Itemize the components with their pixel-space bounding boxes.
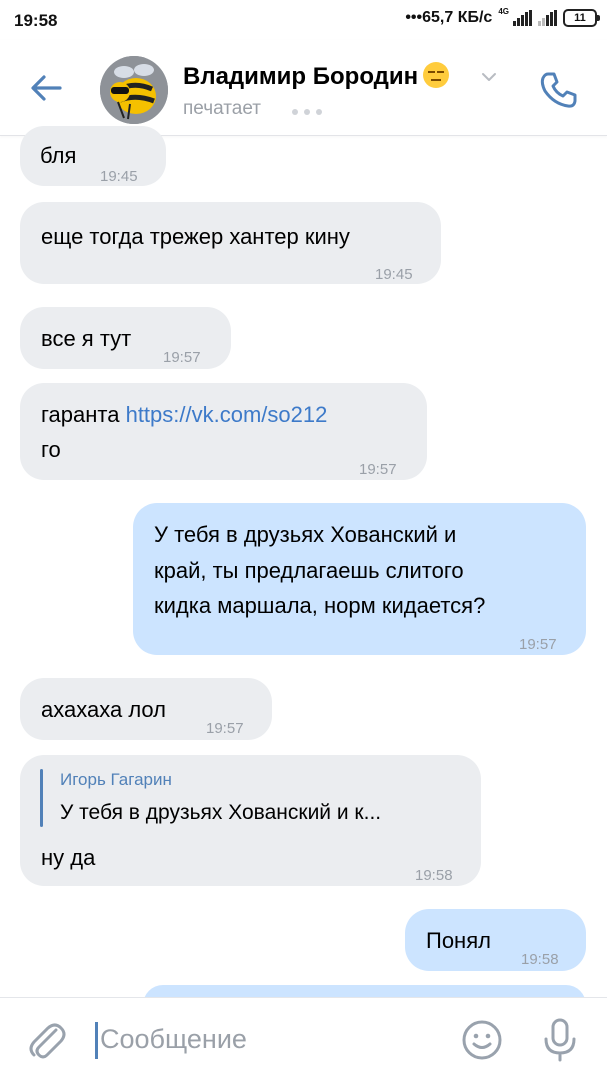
message-line: край, ты предлагаешь слитого <box>154 558 464 583</box>
message-text: все я тут <box>41 326 132 351</box>
message-text: ну да <box>41 845 96 870</box>
microphone-icon[interactable] <box>541 1017 579 1063</box>
message-incoming[interactable]: бля 19:45 <box>20 126 166 186</box>
contact-name[interactable]: Владимир Бородин <box>183 62 450 91</box>
contact-name-text: Владимир Бородин <box>183 63 419 90</box>
back-arrow-icon[interactable] <box>28 70 64 106</box>
emoji-smile-icon[interactable] <box>461 1019 503 1061</box>
phone-icon[interactable] <box>538 69 580 111</box>
message-incoming-reply[interactable]: Игорь Гагарин У тебя в друзьях Хованский… <box>20 755 481 886</box>
message-incoming[interactable]: гаранта https://vk.com/so212 го 19:57 <box>20 383 427 480</box>
bee-avatar-icon <box>100 56 168 124</box>
network-type: 4G <box>498 7 509 16</box>
message-line: У тебя в друзьях Хованский и <box>154 522 457 547</box>
avatar[interactable] <box>100 56 168 124</box>
status-time: 19:58 <box>14 11 58 30</box>
message-outgoing[interactable]: Понял 19:58 <box>405 909 586 971</box>
message-text: ахахаха лол <box>41 697 166 722</box>
battery-level: 11 <box>574 12 586 24</box>
signal-icon <box>513 10 532 26</box>
message-incoming[interactable]: ахахаха лол 19:57 <box>20 678 272 740</box>
chevron-down-icon[interactable] <box>481 71 497 83</box>
message-time: 19:57 <box>359 461 397 478</box>
message-time: 19:57 <box>206 720 244 737</box>
message-text: еще тогда трежер хантер кину <box>41 224 350 249</box>
text-cursor <box>95 1022 98 1059</box>
message-incoming[interactable]: еще тогда трежер хантер кину 19:45 <box>20 202 441 284</box>
network-speed: •••65,7 КБ/с <box>405 9 493 26</box>
typing-dots-icon <box>292 109 322 115</box>
message-input[interactable]: Сообщение <box>100 1024 247 1055</box>
message-text-part: гаранта <box>41 402 126 427</box>
attach-paperclip-icon[interactable] <box>26 1018 66 1062</box>
message-text: гаранта https://vk.com/so212 <box>41 397 327 432</box>
message-text-part: го <box>41 437 61 462</box>
reply-quote-bar <box>40 769 43 827</box>
message-incoming[interactable]: все я тут 19:57 <box>20 307 231 369</box>
message-line: кидка маршала, норм кидается? <box>154 593 486 618</box>
message-time: 19:57 <box>163 349 201 366</box>
message-time: 19:45 <box>375 266 413 283</box>
message-outgoing[interactable]: У тебя в друзьях Хованский и край, ты пр… <box>133 503 586 655</box>
message-time: 19:45 <box>100 168 138 185</box>
signal-icon-2 <box>538 10 557 26</box>
message-composer: Сообщение <box>0 997 607 1081</box>
chat-header: Владимир Бородин печатает <box>0 40 607 136</box>
battery-icon: 11 <box>563 9 600 27</box>
message-text: бля <box>40 143 77 168</box>
reply-text: У тебя в друзьях Хованский и к... <box>60 801 382 824</box>
expressionless-emoji-icon <box>423 62 450 88</box>
message-link[interactable]: https://vk.com/so212 <box>126 402 328 427</box>
message-time: 19:57 <box>519 636 557 653</box>
status-bar: 19:58 •••65,7 КБ/с 4G 11 <box>0 0 607 40</box>
message-time: 19:58 <box>415 867 453 884</box>
message-text: Понял <box>426 928 491 953</box>
message-time: 19:58 <box>521 951 559 968</box>
reply-author[interactable]: Игорь Гагарин <box>60 769 172 791</box>
status-right: •••65,7 КБ/с 4G 11 <box>405 7 600 27</box>
typing-status: печатает <box>183 98 261 119</box>
